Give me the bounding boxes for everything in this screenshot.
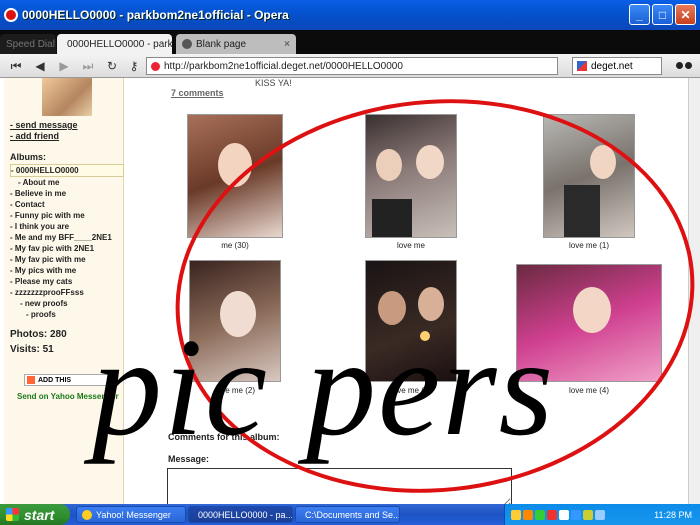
- maximize-button[interactable]: □: [652, 4, 673, 25]
- clock: 11:28 PM: [654, 509, 692, 520]
- photo-caption: love me (2): [214, 386, 255, 395]
- sidebar: - send message - add friend Albums: - 00…: [4, 78, 124, 504]
- window-controls: _ □ ✕: [629, 4, 696, 25]
- album-item[interactable]: - zzzzzzzprooFFsss: [10, 287, 124, 298]
- album-item[interactable]: - Me and my BFF____2NE1: [10, 232, 124, 243]
- album-item[interactable]: - Contact: [10, 199, 124, 210]
- share-icon: [27, 376, 35, 384]
- search-engine-label: deget.net: [591, 60, 633, 72]
- window-title-bar: 0000HELLO0000 - parkbom2ne1official - Op…: [0, 0, 700, 30]
- album-list: - 0000HELLO0000 - About me - Believe in …: [10, 164, 124, 320]
- address-toolbar: ⏮ ◀ ▶ ⏭ ↻ ⚷ http://parkbom2ne1official.d…: [0, 54, 700, 78]
- taskbar-item-opera[interactable]: 0000HELLO0000 - pa...: [188, 506, 293, 523]
- add-this-button[interactable]: ADD THIS: [24, 374, 110, 386]
- taskbar-item-yahoo[interactable]: Yahoo! Messenger: [76, 506, 186, 523]
- window-title: 0000HELLO0000 - parkbom2ne1official - Op…: [22, 8, 289, 22]
- minimize-button[interactable]: _: [629, 4, 650, 25]
- tray-icon[interactable]: [523, 509, 533, 520]
- photo-caption: love me (1): [568, 241, 609, 250]
- back-icon[interactable]: ◀: [32, 58, 48, 74]
- photo-thumbnail[interactable]: [187, 114, 283, 238]
- send-message-link[interactable]: - send message: [10, 120, 78, 130]
- tray-icon[interactable]: [511, 509, 521, 520]
- album-item[interactable]: - Funny pic with me: [10, 210, 124, 221]
- photo-caption: me (30): [221, 241, 249, 250]
- search-engine-icon: [577, 61, 587, 71]
- album-item[interactable]: - About me: [10, 177, 124, 188]
- send-yahoo-link[interactable]: Send on Yahoo Messenger: [17, 392, 119, 401]
- site-icon: [151, 61, 160, 71]
- tab-label: Blank page: [196, 38, 247, 50]
- tray-icon[interactable]: [571, 509, 581, 520]
- photo-caption: love me (4): [568, 386, 609, 395]
- photo-thumbnail[interactable]: [516, 264, 662, 382]
- yahoo-icon: [82, 509, 92, 520]
- album-item[interactable]: - proofs: [10, 309, 124, 320]
- taskbar-item-folder[interactable]: C:\Documents and Se...: [295, 506, 400, 523]
- system-tray: 11:28 PM: [504, 504, 700, 525]
- start-button[interactable]: start: [0, 504, 70, 525]
- tray-icon[interactable]: [547, 509, 557, 520]
- tab-label: 0000HELLO0000 - parkb...: [67, 38, 172, 50]
- comments-link[interactable]: 7 comments: [171, 88, 224, 98]
- photo-caption: love me: [396, 241, 425, 250]
- visits-count: Visits: 51: [10, 344, 54, 355]
- key-icon[interactable]: ⚷: [126, 58, 142, 74]
- tab-active[interactable]: 0000HELLO0000 - parkb... ×: [57, 34, 172, 54]
- album-item[interactable]: - I think you are: [10, 221, 124, 232]
- scrollbar[interactable]: [688, 78, 700, 504]
- windows-logo-icon: [6, 508, 19, 521]
- message-field[interactable]: [167, 468, 512, 504]
- fast-forward-icon[interactable]: ⏭: [80, 58, 96, 74]
- taskbar: start Yahoo! Messenger 0000HELLO0000 - p…: [0, 504, 700, 525]
- forward-icon[interactable]: ▶: [56, 58, 72, 74]
- tray-icon[interactable]: [583, 509, 593, 520]
- tab-close-icon[interactable]: ×: [284, 39, 290, 50]
- add-friend-link[interactable]: - add friend: [10, 131, 59, 141]
- avatar[interactable]: [42, 78, 92, 116]
- message-label: Message:: [168, 454, 210, 464]
- photos-count: Photos: 280: [10, 329, 67, 340]
- binoculars-icon[interactable]: [676, 60, 692, 72]
- address-input[interactable]: http://parkbom2ne1official.deget.net/000…: [146, 57, 558, 75]
- tab-blank-page[interactable]: Blank page ×: [176, 34, 296, 54]
- photo-thumbnail[interactable]: [543, 114, 635, 238]
- albums-heading: Albums:: [10, 152, 46, 162]
- tray-icon[interactable]: [595, 509, 605, 520]
- close-button[interactable]: ✕: [675, 4, 696, 25]
- album-item[interactable]: - My pics with me: [10, 265, 124, 276]
- opera-icon: [4, 8, 18, 22]
- album-item[interactable]: - new proofs: [10, 298, 124, 309]
- tray-icon[interactable]: [535, 509, 545, 520]
- photo-caption: love me (3): [390, 386, 431, 395]
- reload-icon[interactable]: ↻: [104, 58, 120, 74]
- comments-heading: Comments for this album:: [168, 432, 280, 442]
- photo-thumbnail[interactable]: [365, 260, 457, 382]
- search-input[interactable]: deget.net: [572, 57, 662, 75]
- tab-speed-dial[interactable]: Speed Dial: [0, 34, 56, 54]
- album-item[interactable]: - 0000HELLO0000: [10, 164, 124, 177]
- album-main: KISS YA! 7 comments me (30) love me love…: [145, 78, 700, 504]
- url-text: http://parkbom2ne1official.deget.net/000…: [164, 60, 403, 72]
- tray-icon[interactable]: [559, 509, 569, 520]
- page-icon: [182, 39, 192, 49]
- photo-thumbnail[interactable]: [365, 114, 457, 238]
- album-item[interactable]: - My fav pic with 2NE1: [10, 243, 124, 254]
- album-item[interactable]: - My fav pic with me: [10, 254, 124, 265]
- page-content: - send message - add friend Albums: - 00…: [0, 78, 700, 504]
- tab-bar: Speed Dial 0000HELLO0000 - parkb... × Bl…: [0, 30, 700, 79]
- album-item[interactable]: - Believe in me: [10, 188, 124, 199]
- album-note: KISS YA!: [255, 78, 292, 88]
- rewind-icon[interactable]: ⏮: [8, 58, 24, 74]
- album-item[interactable]: - Please my cats: [10, 276, 124, 287]
- photo-thumbnail[interactable]: [189, 260, 281, 382]
